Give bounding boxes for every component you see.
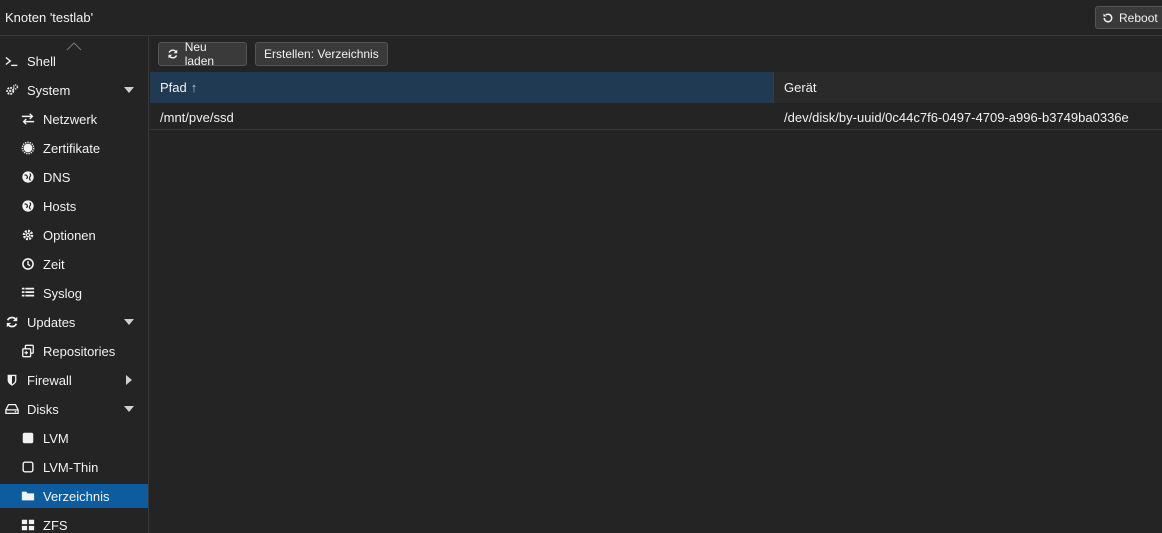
sidebar-item-zeit[interactable]: Zeit	[0, 252, 148, 276]
th-large-icon	[21, 518, 35, 532]
sidebar-item-dns[interactable]: DNS	[0, 165, 148, 189]
sidebar-item-label: ZFS	[43, 517, 68, 533]
sidebar-item-hosts[interactable]: Hosts	[0, 194, 148, 218]
sidebar-item-label: LVM	[43, 430, 69, 446]
sidebar-item-label: Optionen	[43, 227, 96, 243]
sort-asc-icon: ↑	[190, 80, 198, 95]
sidebar: Shell System Netzwerk Zertifikate DNS Ho…	[0, 37, 149, 533]
caret-right-icon	[126, 375, 132, 385]
cell-path: /mnt/pve/ssd	[160, 109, 234, 125]
reboot-label: Reboot	[1119, 10, 1158, 25]
gear-icon	[21, 228, 35, 242]
column-label: Pfad	[160, 80, 187, 95]
caret-down-icon	[124, 406, 134, 412]
sidebar-item-syslog[interactable]: Syslog	[0, 281, 148, 305]
sidebar-item-label: Disks	[27, 401, 59, 417]
caret-down-icon	[124, 319, 134, 325]
cell-device: /dev/disk/by-uuid/0c44c7f6-0497-4709-a99…	[784, 109, 1129, 125]
sidebar-item-label: Repositories	[43, 343, 116, 359]
square-outline-icon	[21, 460, 35, 474]
sidebar-item-repositories[interactable]: Repositories	[0, 339, 148, 363]
sidebar-item-label: Verzeichnis	[43, 488, 110, 504]
directory-grid: Pfad ↑ Gerät /mnt/pve/ssd /dev/disk/by-u…	[150, 72, 1162, 533]
sidebar-item-label: Zeit	[43, 256, 65, 272]
sidebar-item-label: Updates	[27, 314, 76, 330]
sidebar-item-label: Shell	[27, 53, 56, 69]
sidebar-item-lvm-thin[interactable]: LVM-Thin	[0, 455, 148, 479]
sidebar-item-disks[interactable]: Disks	[0, 397, 148, 421]
table-row[interactable]: /mnt/pve/ssd /dev/disk/by-uuid/0c44c7f6-…	[150, 104, 1162, 130]
clock-icon	[21, 257, 35, 271]
sidebar-item-label: Syslog	[43, 285, 83, 301]
list-icon	[21, 286, 35, 300]
hdd-icon	[5, 402, 19, 416]
sidebar-item-label: Firewall	[27, 372, 72, 388]
sidebar-item-zfs[interactable]: ZFS	[0, 513, 148, 533]
terminal-icon	[5, 54, 19, 68]
repositories-icon	[21, 344, 35, 358]
reload-button[interactable]: Neu laden	[158, 40, 247, 68]
sidebar-item-label: DNS	[43, 169, 71, 185]
reload-label: Neu laden	[184, 40, 215, 68]
sidebar-item-label: System	[27, 82, 71, 98]
refresh-icon	[168, 49, 178, 59]
column-header-path[interactable]: Pfad ↑	[150, 72, 774, 103]
sidebar-item-label: Hosts	[43, 198, 77, 214]
create-label: Erstellen: Verzeichnis	[264, 47, 379, 61]
sidebar-item-verzeichnis[interactable]: Verzeichnis	[0, 484, 148, 508]
column-label: Gerät	[784, 80, 817, 95]
cogs-icon	[5, 83, 19, 97]
sidebar-item-zertifikate[interactable]: Zertifikate	[0, 136, 148, 160]
sidebar-item-label: LVM-Thin	[43, 459, 99, 475]
sidebar-item-shell[interactable]: Shell	[0, 49, 148, 73]
sidebar-item-label: Zertifikate	[43, 140, 101, 156]
exchange-icon	[21, 112, 35, 126]
globe-icon	[21, 199, 35, 213]
create-directory-button[interactable]: Erstellen: Verzeichnis	[255, 42, 388, 66]
undo-icon	[1103, 13, 1113, 22]
toolbar: Neu laden Erstellen: Verzeichnis	[150, 37, 1162, 72]
globe-icon	[21, 170, 35, 184]
column-header-device[interactable]: Gerät	[774, 72, 1162, 103]
top-header: Knoten 'testlab' Reboot	[0, 0, 1162, 36]
grid-header: Pfad ↑ Gerät	[150, 72, 1162, 103]
sidebar-item-label: Netzwerk	[43, 111, 98, 127]
caret-down-icon	[124, 87, 134, 93]
square-icon	[21, 431, 35, 445]
sidebar-item-netzwerk[interactable]: Netzwerk	[0, 107, 148, 131]
sidebar-item-lvm[interactable]: LVM	[0, 426, 148, 450]
sidebar-item-system[interactable]: System	[0, 78, 148, 102]
reboot-button[interactable]: Reboot	[1095, 6, 1162, 29]
refresh-icon	[5, 315, 19, 329]
certificate-icon	[21, 141, 35, 155]
shield-icon	[5, 373, 19, 387]
sidebar-item-updates[interactable]: Updates	[0, 310, 148, 334]
sidebar-item-optionen[interactable]: Optionen	[0, 223, 148, 247]
page-title: Knoten 'testlab'	[5, 10, 94, 25]
sidebar-item-firewall[interactable]: Firewall	[0, 368, 148, 392]
folder-icon	[21, 489, 35, 503]
